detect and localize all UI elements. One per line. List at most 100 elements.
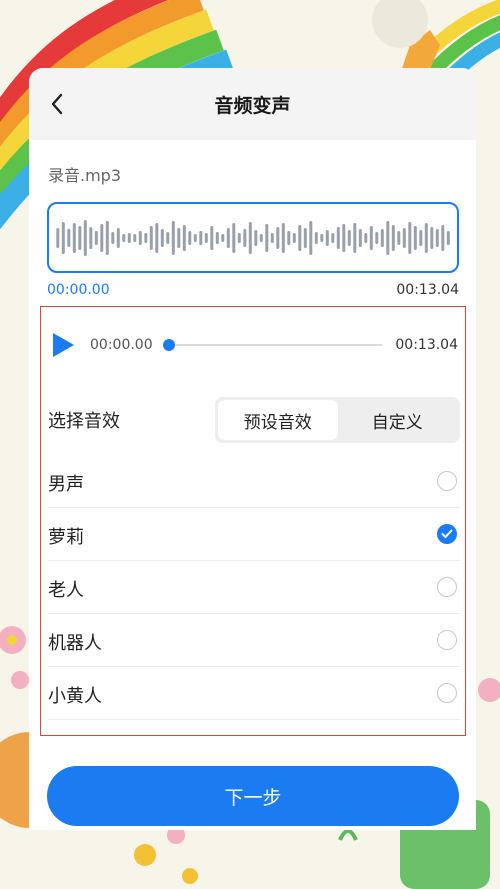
waveform-bar bbox=[265, 223, 269, 252]
waveform-bar bbox=[210, 225, 214, 250]
waveform-bar bbox=[182, 224, 186, 251]
waveform-bar bbox=[83, 219, 87, 256]
waveform-bar bbox=[193, 233, 197, 242]
player-current-time: 00:00.00 bbox=[90, 337, 153, 353]
effect-label: 选择音效 bbox=[48, 411, 120, 432]
radio-unchecked-icon[interactable] bbox=[437, 577, 457, 597]
waveform-bar bbox=[94, 230, 98, 245]
waveform-bar bbox=[435, 228, 439, 247]
waveform-bar bbox=[188, 230, 192, 245]
main-card: 音频变声 录音.mp3 00:00.00 00:13.04 00:00.00 0… bbox=[29, 68, 476, 830]
waveform-bar bbox=[430, 226, 434, 249]
waveform-bar bbox=[155, 222, 159, 253]
waveform-bar bbox=[56, 227, 60, 248]
waveform-bar bbox=[259, 233, 263, 242]
waveform-bar bbox=[237, 232, 241, 243]
waveform-bar bbox=[397, 230, 401, 245]
waveform-bar bbox=[171, 220, 175, 255]
waveform-bar bbox=[270, 232, 274, 243]
effect-panel: 00:00.00 00:13.04 选择音效 预设音效 自定义 男声 萝莉 老人… bbox=[40, 306, 466, 736]
waveform-bar bbox=[78, 225, 82, 250]
option-label: 男声 bbox=[48, 474, 84, 495]
waveform-bar bbox=[221, 233, 225, 242]
waveform-bar bbox=[402, 227, 406, 248]
effect-selector-row: 选择音效 预设音效 自定义 bbox=[41, 391, 465, 443]
waveform-bar bbox=[292, 232, 296, 243]
back-button[interactable] bbox=[43, 90, 71, 118]
waveform-bar bbox=[248, 221, 252, 254]
waveform-bar bbox=[215, 231, 219, 244]
radio-unchecked-icon[interactable] bbox=[437, 630, 457, 650]
waveform-bar bbox=[424, 222, 428, 253]
waveform-bar bbox=[89, 226, 93, 249]
waveform-bar bbox=[61, 221, 65, 254]
waveform-graphic bbox=[56, 219, 450, 256]
progress-knob[interactable] bbox=[163, 339, 175, 351]
play-button[interactable] bbox=[51, 332, 75, 358]
player-duration: 00:13.04 bbox=[395, 337, 458, 353]
waveform-bar bbox=[325, 229, 329, 246]
effect-tabs: 预设音效 自定义 bbox=[215, 397, 460, 443]
effect-option-robot[interactable]: 机器人 bbox=[48, 614, 460, 667]
next-step-button[interactable]: 下一步 bbox=[47, 766, 459, 826]
waveform-bar bbox=[408, 221, 412, 254]
waveform-bar bbox=[144, 232, 148, 243]
play-icon bbox=[53, 333, 74, 357]
waveform-bar bbox=[342, 223, 346, 252]
effect-option-loli[interactable]: 萝莉 bbox=[48, 508, 460, 561]
waveform-bar bbox=[386, 220, 390, 255]
waveform-bar bbox=[127, 232, 131, 243]
audio-player: 00:00.00 00:13.04 bbox=[41, 307, 465, 381]
waveform-bar bbox=[303, 227, 307, 248]
radio-checked-icon[interactable] bbox=[437, 524, 457, 544]
waveform-bar bbox=[67, 228, 71, 247]
waveform-bar bbox=[243, 228, 247, 247]
page-title: 音频变声 bbox=[214, 94, 291, 117]
option-label: 老人 bbox=[48, 580, 84, 601]
option-label: 萝莉 bbox=[48, 527, 84, 548]
chevron-left-icon bbox=[51, 93, 63, 115]
waveform-bar bbox=[177, 227, 181, 248]
waveform-bar bbox=[226, 227, 230, 248]
progress-slider[interactable] bbox=[163, 339, 382, 351]
effect-option-elder[interactable]: 老人 bbox=[48, 561, 460, 614]
waveform-bar bbox=[72, 222, 76, 253]
waveform-bar bbox=[204, 232, 208, 243]
waveform-bar bbox=[111, 231, 115, 244]
waveform-bar bbox=[105, 220, 109, 255]
waveform-bar bbox=[276, 226, 280, 249]
waveform-bar bbox=[320, 233, 324, 242]
waveform-bar bbox=[441, 224, 445, 251]
waveform-bar bbox=[380, 228, 384, 247]
waveform-bar bbox=[122, 233, 126, 242]
waveform-bar bbox=[358, 228, 362, 247]
waveform-box[interactable] bbox=[47, 202, 459, 273]
waveform-bar bbox=[166, 231, 170, 244]
waveform-bar bbox=[353, 222, 357, 253]
tab-preset-effects[interactable]: 预设音效 bbox=[218, 400, 338, 440]
waveform-end-time: 00:13.04 bbox=[396, 282, 459, 298]
waveform-bar bbox=[232, 222, 236, 253]
waveform-bar bbox=[160, 228, 164, 247]
effect-option-minion[interactable]: 小黄人 bbox=[48, 667, 460, 720]
waveform-bar bbox=[138, 230, 142, 245]
waveform-bar bbox=[331, 232, 335, 243]
waveform-bar bbox=[199, 230, 203, 245]
waveform-bar bbox=[133, 233, 137, 242]
waveform-bar bbox=[413, 225, 417, 250]
radio-unchecked-icon[interactable] bbox=[437, 683, 457, 703]
top-bar: 音频变声 bbox=[29, 68, 476, 140]
waveform-bar bbox=[369, 225, 373, 250]
effect-option-male[interactable]: 男声 bbox=[48, 455, 460, 508]
waveform-bar bbox=[287, 230, 291, 245]
check-icon bbox=[441, 529, 453, 538]
radio-unchecked-icon[interactable] bbox=[437, 471, 457, 491]
waveform-bar bbox=[375, 231, 379, 244]
effect-options-list: 男声 萝莉 老人 机器人 小黄人 bbox=[48, 455, 460, 720]
waveform-bar bbox=[309, 220, 313, 255]
waveform-start-time: 00:00.00 bbox=[47, 282, 110, 298]
waveform-bar bbox=[314, 231, 318, 244]
tab-custom[interactable]: 自定义 bbox=[338, 400, 458, 440]
waveform-bar bbox=[116, 227, 120, 248]
file-name: 录音.mp3 bbox=[48, 166, 122, 185]
